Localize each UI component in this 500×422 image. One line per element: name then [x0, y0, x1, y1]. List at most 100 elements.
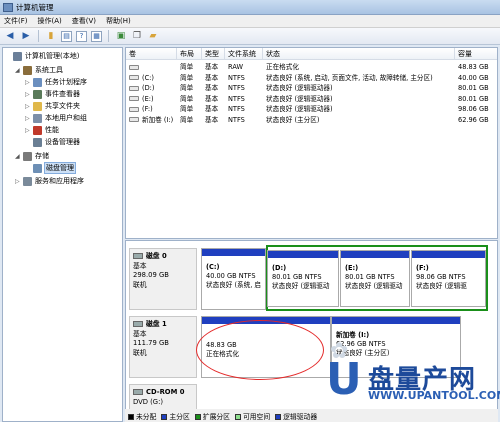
table-cell: 简单 — [177, 104, 202, 114]
view-icon[interactable]: ▦ — [91, 30, 102, 42]
storage-icon — [23, 151, 32, 161]
expand-arrow-icon[interactable]: ▷ — [25, 127, 33, 134]
cell-text: NTFS — [228, 115, 245, 124]
table-cell: 98.06 GB — [455, 104, 497, 114]
tree-item[interactable]: 磁盘管理 — [25, 162, 76, 174]
disk-management-icon — [33, 163, 42, 173]
title-bar: 计算机管理 — [0, 0, 500, 15]
event-viewer-icon — [33, 89, 42, 99]
disk-size: 111.79 GB — [133, 339, 169, 347]
disk-type: 基本 — [133, 261, 147, 270]
column-status[interactable]: 状态 — [263, 48, 455, 60]
partition-block[interactable]: (D:) 80.01 GB NTFS 状态良好 (逻辑驱动 — [267, 250, 339, 307]
tree-item-label: 事件查看器 — [45, 90, 80, 98]
table-cell: NTFS — [225, 115, 263, 125]
table-cell: 状态良好 (逻辑驱动器) — [263, 104, 455, 114]
column-type[interactable]: 类型 — [202, 48, 225, 60]
legend-item: 主分区 — [161, 411, 190, 421]
menu-bar: 文件(F) 操作(A) 查看(V) 帮助(H) — [0, 15, 500, 28]
disk-info[interactable]: 磁盘 0 基本 298.09 GB 联机 — [129, 248, 197, 310]
partition-block[interactable]: (E:) 80.01 GB NTFS 状态良好 (逻辑驱动 — [340, 250, 410, 307]
collapse-arrow-icon[interactable]: ◢ — [15, 153, 23, 160]
table-row[interactable]: (D:) 简单 基本 NTFS 状态良好 (逻辑驱动器) 80.01 GB — [126, 83, 497, 93]
menu-file[interactable]: 文件(F) — [4, 16, 28, 26]
table-cell: 简单 — [177, 73, 202, 83]
table-row[interactable]: (C:) 简单 基本 NTFS 状态良好 (系统, 启动, 页面文件, 活动, 故障转储… — [126, 73, 497, 83]
cell-text: 状态良好 (逻辑驱动器) — [266, 94, 333, 103]
legend-bar: 未分配 主分区 扩展分区 可用空间 逻辑驱动器 — [125, 409, 498, 422]
expand-arrow-icon[interactable]: ▷ — [25, 91, 33, 98]
expand-arrow-icon[interactable]: ▷ — [25, 103, 33, 110]
cell-text: 基本 — [205, 115, 219, 124]
legend-swatch — [194, 413, 201, 420]
menu-help[interactable]: 帮助(H) — [106, 16, 131, 26]
disk-icon — [133, 321, 143, 327]
disk-name-text: 磁盘 1 — [146, 320, 167, 328]
partition-block[interactable]: (F:) 98.06 GB NTFS 状态良好 (逻辑驱 — [411, 250, 486, 307]
partition-block[interactable]: (C:) 40.00 GB NTFS 状态良好 (系统, 启 — [201, 248, 266, 310]
cell-text: 48.83 GB — [458, 63, 489, 71]
tree-item[interactable]: ◢ 系统工具 — [15, 64, 63, 76]
properties-icon[interactable]: ▣ — [115, 30, 127, 42]
forward-arrow-icon[interactable]: ▶ — [20, 30, 32, 42]
disk-type: 基本 — [133, 329, 147, 338]
table-cell: 基本 — [202, 62, 225, 72]
volume-list-header: 卷 布局 类型 文件系统 状态 容量 — [126, 48, 497, 60]
table-cell: 新加卷 (I:) — [126, 115, 177, 125]
disk-size: 298.09 GB — [133, 271, 169, 279]
tree-item[interactable]: ▷ 本地用户和组 — [25, 112, 87, 124]
table-row[interactable]: 新加卷 (I:) 简单 基本 NTFS 状态良好 (主分区) 62.96 GB — [126, 115, 497, 125]
legend-label: 逻辑驱动器 — [283, 412, 318, 421]
disk-info[interactable]: 磁盘 1 基本 111.79 GB 联机 — [129, 316, 197, 378]
show-tree-icon[interactable]: ▤ — [61, 30, 72, 42]
tree-item[interactable]: 计算机管理(本地) — [5, 50, 79, 62]
help-icon[interactable]: ? — [76, 30, 87, 42]
partition-status: 状态良好 (逻辑驱 — [416, 282, 467, 290]
tree-item[interactable]: 设备管理器 — [25, 136, 80, 148]
table-row[interactable]: (F:) 简单 基本 NTFS 状态良好 (逻辑驱动器) 98.06 GB — [126, 104, 497, 114]
table-cell: 40.00 GB — [455, 73, 497, 83]
cell-text: (D:) — [142, 84, 155, 92]
menu-action[interactable]: 操作(A) — [38, 16, 62, 26]
tree-item[interactable]: ◢ 存储 — [15, 150, 49, 162]
column-capacity[interactable]: 容量 — [455, 48, 497, 60]
up-folder-icon[interactable]: ▮ — [45, 30, 57, 42]
table-cell: 状态良好 (系统, 启动, 页面文件, 活动, 故障转储, 主分区) — [263, 73, 455, 83]
toolbar-divider — [108, 30, 109, 42]
legend-item: 可用空间 — [234, 411, 270, 421]
tree-item-label: 任务计划程序 — [45, 78, 87, 86]
table-row[interactable]: 简单 基本 RAW 正在格式化 48.83 GB — [126, 62, 497, 72]
window-title: 计算机管理 — [16, 2, 54, 12]
column-filesystem[interactable]: 文件系统 — [225, 48, 263, 60]
highlight-ellipse — [196, 320, 324, 380]
column-volume[interactable]: 卷 — [126, 48, 177, 60]
computer-management-icon — [13, 51, 22, 61]
copy-icon[interactable]: ❐ — [131, 30, 143, 42]
device-manager-icon — [33, 137, 42, 147]
cell-text: (E:) — [142, 94, 154, 103]
menu-view[interactable]: 查看(V) — [72, 16, 96, 26]
partition-content: (F:) 98.06 GB NTFS 状态良好 (逻辑驱 — [416, 264, 467, 291]
table-cell: 简单 — [177, 94, 202, 104]
table-cell: NTFS — [225, 83, 263, 93]
collapse-arrow-icon[interactable]: ◢ — [15, 67, 23, 74]
toolbar: ◀ ▶ ▮ ▤ ? ▦ ▣ ❐ ▰ — [0, 28, 500, 45]
legend-swatch — [161, 413, 168, 420]
expand-arrow-icon[interactable]: ▷ — [25, 79, 33, 86]
tree-item[interactable]: ▷ 服务和应用程序 — [15, 175, 84, 187]
tree-item[interactable]: ▷ 共享文件夹 — [25, 100, 80, 112]
tree-item[interactable]: ▷ 性能 — [25, 124, 59, 136]
tree-item[interactable]: ▷ 事件查看器 — [25, 88, 80, 100]
folder-icon[interactable]: ▰ — [147, 30, 159, 42]
expand-arrow-icon[interactable]: ▷ — [15, 178, 23, 185]
disk-name-text: 磁盘 0 — [146, 252, 167, 260]
table-cell: 简单 — [177, 115, 202, 125]
cell-text: 状态良好 (主分区) — [266, 115, 320, 124]
back-arrow-icon[interactable]: ◀ — [4, 30, 16, 42]
tree-item[interactable]: ▷ 任务计划程序 — [25, 76, 87, 88]
expand-arrow-icon[interactable]: ▷ — [25, 115, 33, 122]
table-row[interactable]: (E:) 简单 基本 NTFS 状态良好 (逻辑驱动器) 80.01 GB — [126, 94, 497, 104]
column-layout[interactable]: 布局 — [177, 48, 202, 60]
cell-text: 正在格式化 — [266, 63, 299, 71]
cell-text: 状态良好 (逻辑驱动器) — [266, 84, 333, 92]
